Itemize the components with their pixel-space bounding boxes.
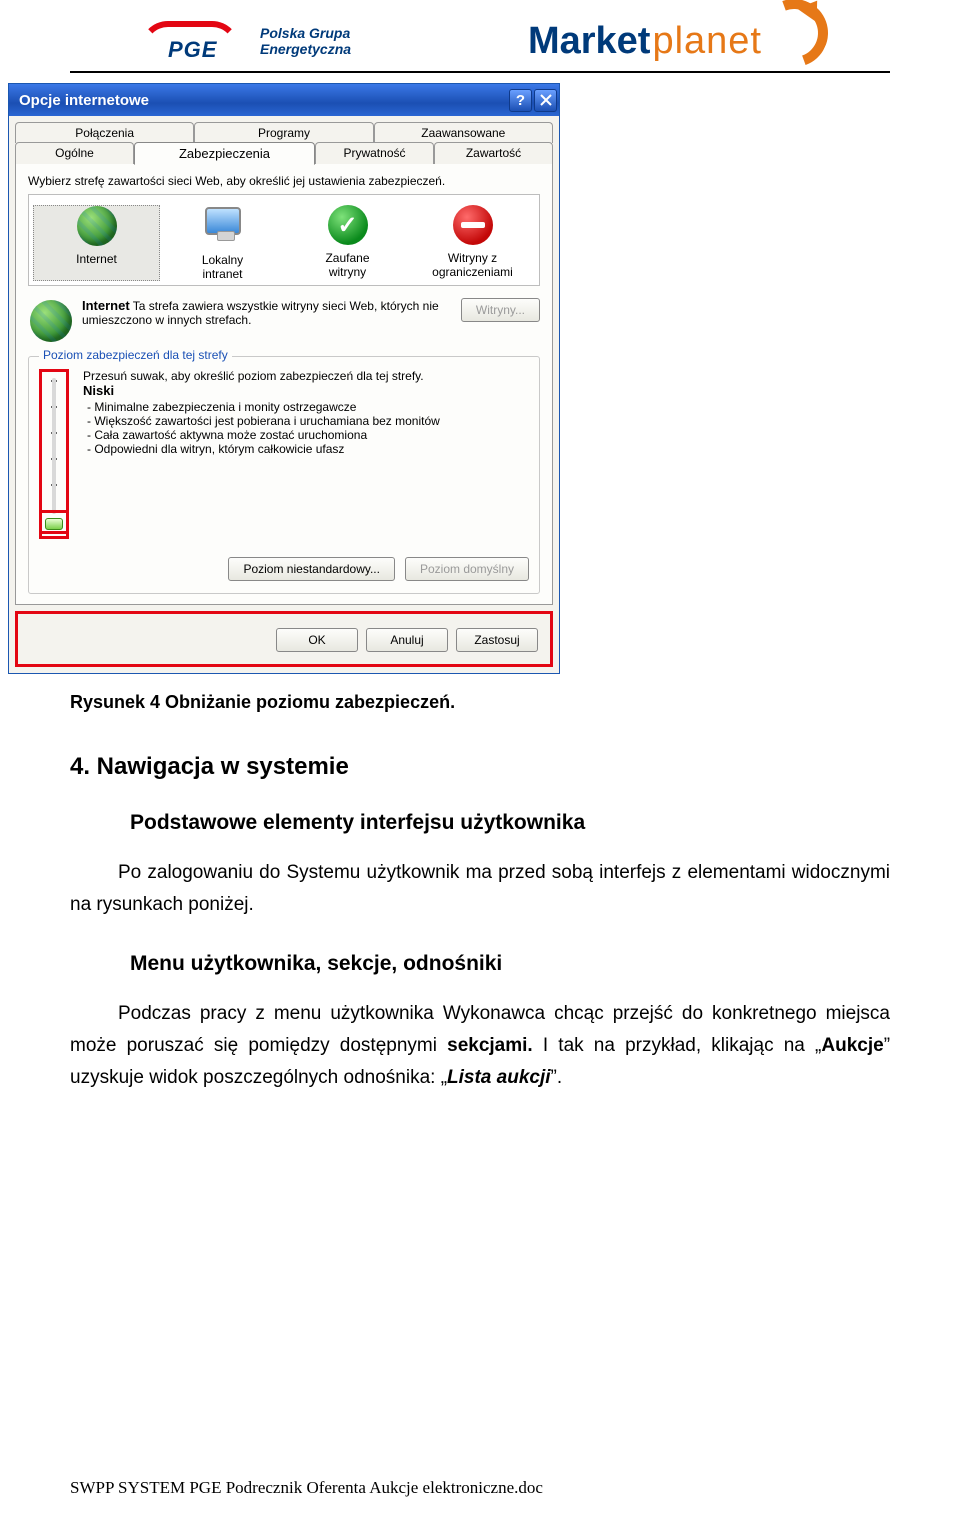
cancel-button[interactable]: Anuluj (366, 628, 448, 652)
level-bullet-2: - Większość zawartości jest pobierana i … (87, 414, 440, 428)
apply-button[interactable]: Zastosuj (456, 628, 538, 652)
page-header: PGE Polska Grupa Energetyczna Marketplan… (70, 0, 890, 73)
mp-text-light: planet (652, 20, 762, 63)
swirl-arrow-icon (760, 0, 820, 54)
tab-security[interactable]: Zabezpieczenia (134, 142, 315, 165)
help-icon: ? (516, 92, 525, 109)
zone-label-trusted-1: Zaufane (285, 251, 410, 265)
globe-icon (73, 206, 121, 250)
heading-basic-elements: Podstawowe elementy interfejsu użytkowni… (130, 811, 890, 835)
paragraph-intro: Po zalogowaniu do Systemu użytkownik ma … (70, 857, 890, 922)
sites-button: Witryny... (461, 298, 540, 322)
zone-detail-name: Internet (82, 298, 130, 313)
slider-row: Przesuń suwak, aby określić poziom zabez… (39, 369, 529, 539)
pge-sub-line2: Energetyczna (260, 41, 351, 57)
globe-icon (30, 300, 72, 342)
tab-container: Połączenia Programy Zaawansowane Ogólne … (9, 116, 559, 605)
group-title: Poziom zabezpieczeń dla tej strefy (39, 348, 232, 362)
zone-detail-text: Internet Ta strefa zawiera wszystkie wit… (82, 298, 451, 327)
level-bullet-1: - Minimalne zabezpieczenia i monity ostr… (87, 400, 440, 414)
zone-restricted[interactable]: Witryny z ograniczeniami (410, 205, 535, 281)
mp-text-bold: Market (528, 20, 651, 63)
zone-detail-desc: Ta strefa zawiera wszystkie witryny siec… (82, 299, 439, 327)
document-body: Rysunek 4 Obniżanie poziomu zabezpieczeń… (0, 692, 960, 1094)
tab-programs[interactable]: Programy (194, 122, 373, 143)
zone-trusted[interactable]: ✓ Zaufane witryny (285, 205, 410, 281)
pge-logo: PGE (140, 21, 240, 63)
tab-content[interactable]: Zawartość (434, 142, 553, 164)
help-button[interactable]: ? (509, 89, 532, 112)
dialog-titlebar[interactable]: Opcje internetowe ? (9, 84, 559, 116)
tab-row-top: Połączenia Programy Zaawansowane (15, 122, 553, 143)
tab-row-bottom: Ogólne Zabezpieczenia Prywatność Zawarto… (15, 142, 553, 164)
paragraph-menu: Podczas pracy z menu użytkownika Wykonaw… (70, 998, 890, 1095)
security-panel: Wybierz strefę zawartości sieci Web, aby… (15, 164, 553, 605)
default-level-button: Poziom domyślny (405, 557, 529, 581)
para2-bold-aukcje: Aukcje (821, 1035, 883, 1056)
security-level-group: Poziom zabezpieczeń dla tej strefy Przes… (28, 356, 540, 594)
check-circle-icon: ✓ (324, 205, 372, 249)
level-bullet-4: - Odpowiedni dla witryn, którym całkowic… (87, 442, 440, 456)
dialog-action-buttons: OK Anuluj Zastosuj (15, 611, 553, 667)
zone-label-internet: Internet (34, 252, 159, 266)
zone-list: Internet Lokalny intranet ✓ Zaufane witr… (28, 194, 540, 286)
tab-advanced[interactable]: Zaawansowane (374, 122, 553, 143)
slider-track-icon (52, 378, 56, 514)
tab-general[interactable]: Ogólne (15, 142, 134, 164)
heading-menu-sections: Menu użytkownika, sekcje, odnośniki (130, 952, 890, 976)
heading-navigation: 4. Nawigacja w systemie (70, 753, 890, 781)
zone-label-restricted-1: Witryny z (410, 251, 535, 265)
custom-level-button[interactable]: Poziom niestandardowy... (228, 557, 395, 581)
close-icon (540, 94, 552, 106)
level-name: Niski (83, 383, 440, 398)
figure-caption: Rysunek 4 Obniżanie poziomu zabezpieczeń… (70, 692, 890, 713)
para2-bold-lista: Lista aukcji (447, 1067, 551, 1088)
ok-button[interactable]: OK (276, 628, 358, 652)
para2-part-d: ”. (551, 1067, 563, 1088)
level-description: Przesuń suwak, aby określić poziom zabez… (83, 369, 440, 539)
internet-options-dialog: Opcje internetowe ? Połączenia Programy … (8, 83, 560, 674)
stop-circle-icon (449, 205, 497, 249)
slider-hint: Przesuń suwak, aby określić poziom zabez… (83, 369, 424, 383)
tab-privacy[interactable]: Prywatność (315, 142, 434, 164)
zone-internet[interactable]: Internet (33, 205, 160, 281)
zone-label-trusted-2: witryny (285, 265, 410, 279)
marketplanet-logo: Marketplanet (528, 20, 820, 63)
pge-subtitle: Polska Grupa Energetyczna (260, 26, 351, 57)
slider-highlight-box (39, 510, 69, 534)
zone-label-intranet-1: Lokalny (160, 253, 285, 267)
monitor-icon (199, 207, 247, 251)
page-footer: SWPP SYSTEM PGE Podrecznik Oferenta Aukc… (70, 1478, 543, 1498)
para2-bold-sekcjami: sekcjami. (447, 1035, 533, 1056)
pge-logo-block: PGE Polska Grupa Energetyczna (140, 21, 351, 63)
zone-instruction: Wybierz strefę zawartości sieci Web, aby… (28, 174, 540, 188)
pge-arc-icon (140, 21, 240, 49)
tab-connections[interactable]: Połączenia (15, 122, 194, 143)
dialog-title: Opcje internetowe (19, 92, 149, 109)
zone-label-intranet-2: intranet (160, 267, 285, 281)
pge-sub-line1: Polska Grupa (260, 25, 350, 41)
para2-part-b: I tak na przykład, klikając na „ (533, 1035, 822, 1056)
close-button[interactable] (534, 89, 557, 112)
titlebar-buttons: ? (509, 89, 557, 112)
zone-label-restricted-2: ograniczeniami (410, 265, 535, 279)
security-slider[interactable] (39, 369, 69, 539)
level-buttons: Poziom niestandardowy... Poziom domyślny (39, 557, 529, 581)
zone-local-intranet[interactable]: Lokalny intranet (160, 205, 285, 281)
level-bullet-3: - Cała zawartość aktywna może zostać uru… (87, 428, 440, 442)
zone-detail: Internet Ta strefa zawiera wszystkie wit… (28, 298, 540, 342)
